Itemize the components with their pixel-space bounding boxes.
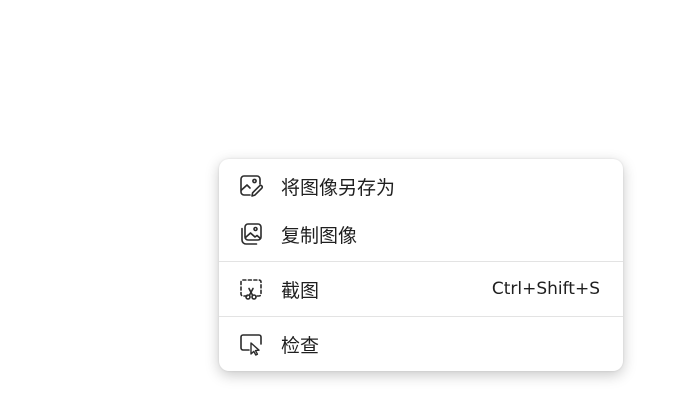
menu-item-save-image-as[interactable]: 将图像另存为	[219, 162, 623, 210]
inspect-icon	[238, 331, 264, 357]
context-menu: 将图像另存为 复制图像 截图 Ctrl+Shift+S 检查	[219, 159, 623, 371]
page-background: 将图像另存为 复制图像 截图 Ctrl+Shift+S 检查	[0, 0, 700, 408]
menu-separator	[219, 261, 623, 262]
screenshot-icon	[238, 276, 264, 302]
menu-item-inspect[interactable]: 检查	[219, 320, 623, 368]
menu-item-screenshot[interactable]: 截图 Ctrl+Shift+S	[219, 265, 623, 313]
menu-item-label: 将图像另存为	[281, 176, 396, 199]
image-save-icon	[238, 173, 264, 199]
image-copy-icon	[238, 221, 264, 247]
menu-item-label: 截图	[281, 279, 320, 302]
menu-item-label: 检查	[281, 334, 320, 357]
menu-item-copy-image[interactable]: 复制图像	[219, 210, 623, 258]
menu-separator	[219, 316, 623, 317]
menu-item-label: 复制图像	[281, 224, 358, 247]
keyboard-shortcut: Ctrl+Shift+S	[491, 279, 600, 299]
